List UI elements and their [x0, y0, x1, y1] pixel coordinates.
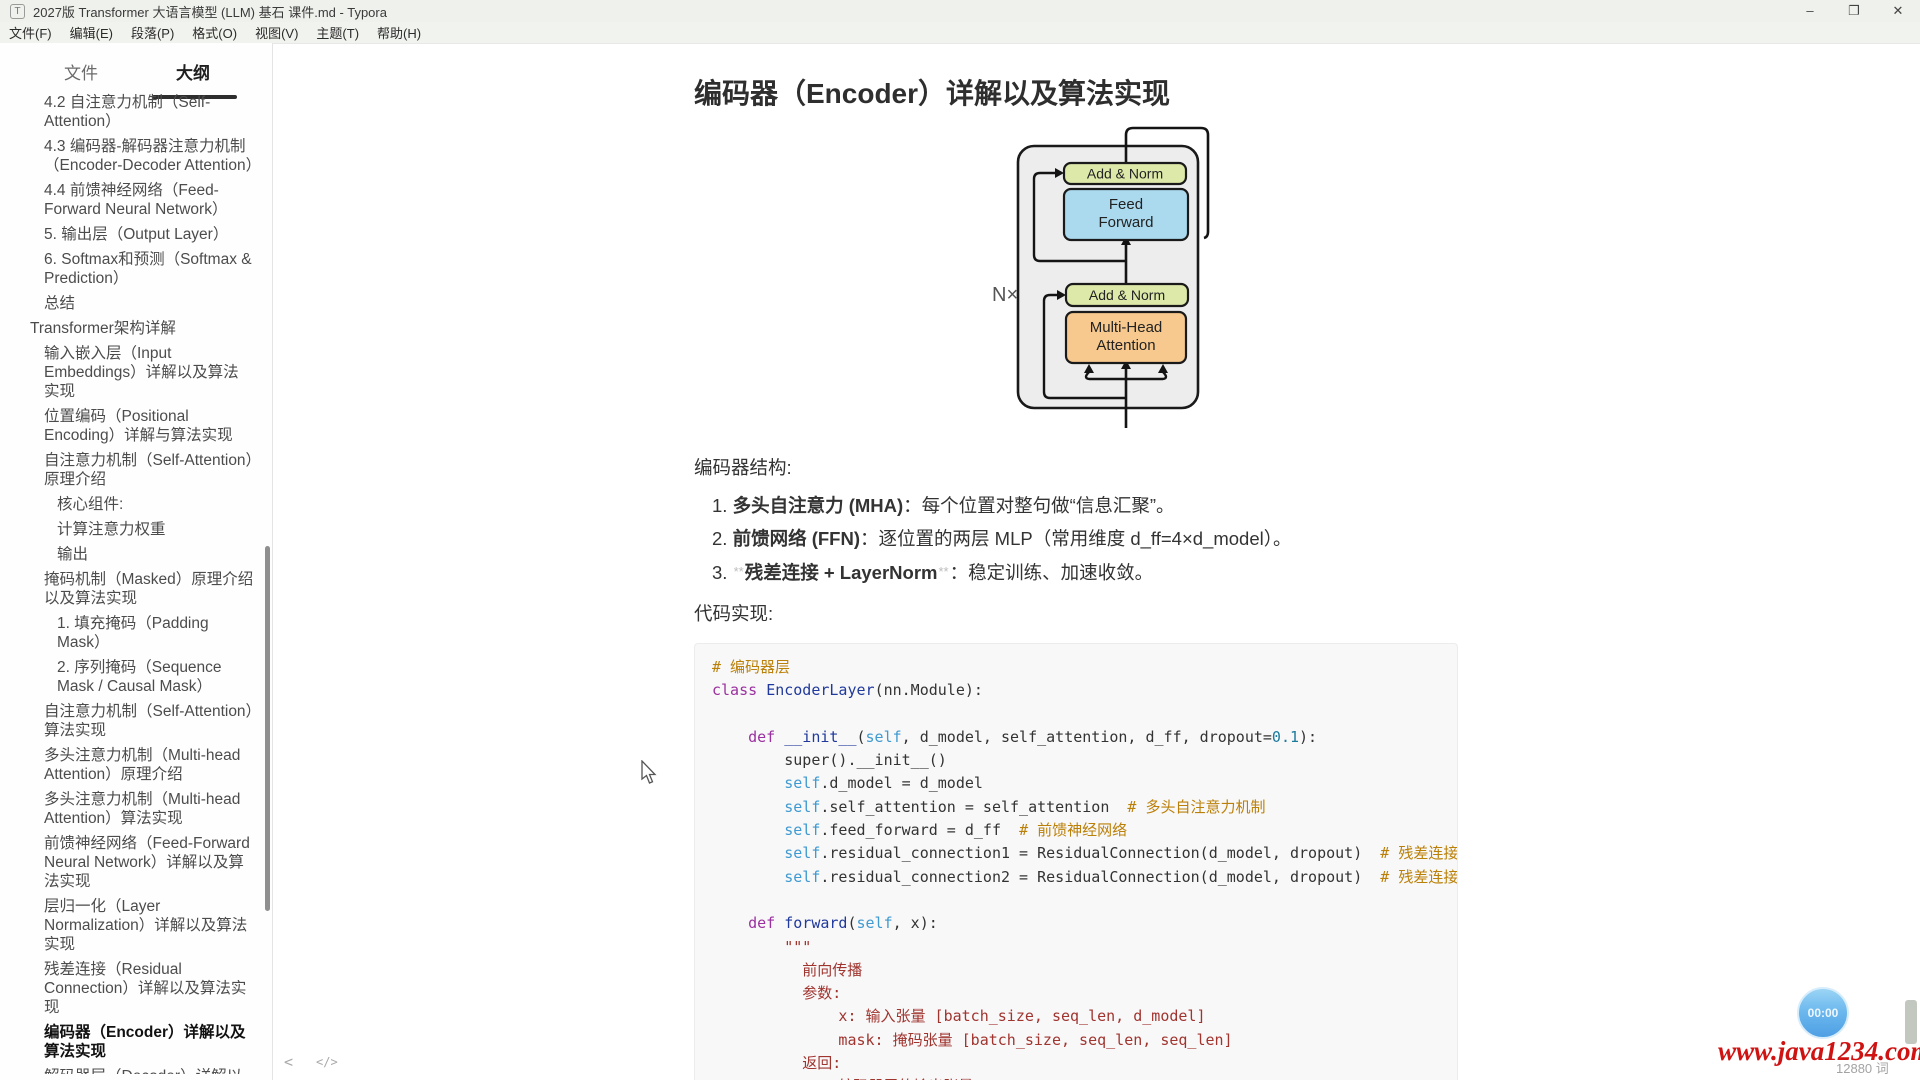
restore-button[interactable]: ❐ — [1832, 0, 1876, 22]
outline-item[interactable]: 2. 序列掩码（Sequence Mask / Causal Mask） — [0, 658, 254, 696]
outline-item[interactable]: 5. 输出层（Output Layer） — [0, 225, 254, 244]
code-line — [712, 889, 1440, 912]
sidebar-tabs: 文件 大纲 — [0, 55, 272, 91]
outline-item[interactable]: Transformer架构详解 — [0, 319, 254, 338]
close-button[interactable]: ✕ — [1876, 0, 1920, 22]
code-line: self.residual_connection1 = ResidualConn… — [712, 842, 1440, 865]
code-line: 前向传播 — [712, 959, 1440, 982]
outline-item[interactable]: 4.4 前馈神经网络（Feed-Forward Neural Network） — [0, 181, 254, 219]
feed-forward-box: Feed Forward — [1064, 189, 1188, 240]
outline-item[interactable]: 位置编码（Positional Encoding）详解与算法实现 — [0, 407, 254, 445]
outline-item[interactable]: 4.3 编码器-解码器注意力机制（Encoder-Decoder Attenti… — [0, 137, 254, 175]
outline-item[interactable]: 核心组件: — [0, 495, 254, 514]
code-line: self.d_model = d_model — [712, 772, 1440, 795]
code-block: # 编码器层class EncoderLayer(nn.Module): def… — [694, 643, 1458, 1080]
code-line: 参数: — [712, 982, 1440, 1005]
list-item: 2. 前馈网络 (FFN)：逐位置的两层 MLP（常用维度 d_ff=4×d_m… — [694, 522, 1494, 555]
code-line: x: 输入张量 [batch_size, seq_len, d_model] — [712, 1005, 1440, 1028]
outline-item[interactable]: 6. Softmax和预测（Softmax & Prediction） — [0, 250, 254, 288]
collapse-sidebar-icon[interactable]: < — [284, 1053, 293, 1071]
outline-item[interactable]: 残差连接（Residual Connection）详解以及算法实现 — [0, 960, 254, 1017]
outline-item[interactable]: 编码器（Encoder）详解以及算法实现 — [0, 1023, 254, 1061]
encoder-structure-label: 编码器结构: — [694, 455, 1494, 481]
watermark-text: www.java1234.com — [1718, 1036, 1920, 1067]
outline-item[interactable]: 自注意力机制（Self-Attention）算法实现 — [0, 702, 254, 740]
encoder-diagram: Add & Norm Feed Forward Add & Norm Multi… — [956, 116, 1258, 438]
code-line: class EncoderLayer(nn.Module): — [712, 679, 1440, 702]
outline-item[interactable]: 输出 — [0, 545, 254, 564]
window-title: 2027版 Transformer 大语言模型 (LLM) 基石 课件.md -… — [33, 2, 387, 21]
menu-item[interactable]: 文件(F) — [0, 23, 61, 42]
outline-item[interactable]: 掩码机制（Masked）原理介绍以及算法实现 — [0, 570, 254, 608]
outline-item[interactable]: 前馈神经网络（Feed-Forward Neural Network）详解以及算… — [0, 834, 254, 891]
minimize-button[interactable]: – — [1788, 0, 1832, 22]
code-line: self.residual_connection2 = ResidualConn… — [712, 866, 1440, 889]
outline-item[interactable]: 1. 填充掩码（Padding Mask） — [0, 614, 254, 652]
body-list: 1. 多头自注意力 (MHA)：每个位置对整句做“信息汇聚”。2. 前馈网络 (… — [694, 489, 1494, 589]
code-line: self.self_attention = self_attention # 多… — [712, 796, 1440, 819]
code-implementation-label: 代码实现: — [694, 601, 1494, 627]
code-line: def __init__(self, d_model, self_attenti… — [712, 726, 1440, 749]
outline-item[interactable]: 自注意力机制（Self-Attention）原理介绍 — [0, 451, 254, 489]
n-times-label: N× — [992, 284, 1018, 306]
sidebar-scrollbar[interactable] — [265, 546, 270, 911]
code-line: self.feed_forward = d_ff # 前馈神经网络 — [712, 819, 1440, 842]
menu-item[interactable]: 格式(O) — [183, 23, 246, 42]
outline-item[interactable]: 总结 — [0, 294, 254, 313]
svg-text:Feed: Feed — [1109, 196, 1143, 213]
code-line: 编码器层的输出张量 — [712, 1075, 1440, 1080]
menu-item[interactable]: 编辑(E) — [61, 23, 122, 42]
outline-item[interactable]: 多头注意力机制（Multi-head Attention）算法实现 — [0, 790, 254, 828]
menu-item[interactable]: 帮助(H) — [368, 23, 430, 42]
outline-list: 4.2 自注意力机制（Self-Attention） 4.3 编码器-解码器注意力… — [0, 93, 260, 1074]
window-controls: – ❐ ✕ — [1788, 0, 1920, 22]
menu-item[interactable]: 段落(P) — [122, 23, 183, 42]
menu-item[interactable]: 视图(V) — [246, 23, 307, 42]
timer-widget[interactable]: 00:00 — [1797, 987, 1849, 1039]
svg-text:Add & Norm: Add & Norm — [1087, 166, 1163, 182]
typora-window: T 2027版 Transformer 大语言模型 (LLM) 基石 课件.md… — [0, 0, 1920, 1080]
tab-outline[interactable]: 大纲 — [176, 59, 210, 84]
add-norm-top-box: Add & Norm — [1064, 163, 1186, 184]
code-line: def forward(self, x): — [712, 912, 1440, 935]
outline-item[interactable]: 计算注意力权重 — [0, 520, 254, 539]
multi-head-attention-box: Multi-Head Attention — [1066, 312, 1186, 363]
sidebar-divider — [272, 43, 273, 1080]
add-norm-middle-box: Add & Norm — [1066, 284, 1188, 306]
svg-text:Forward: Forward — [1098, 214, 1153, 231]
mouse-cursor-icon — [640, 760, 660, 786]
list-item: 3. **残差连接 + LayerNorm**：稳定训练、加速收敛。 — [694, 555, 1494, 589]
menubar: 文件(F)编辑(E)段落(P)格式(O)视图(V)主题(T)帮助(H) — [0, 22, 1920, 44]
tab-files[interactable]: 文件 — [64, 59, 98, 84]
svg-text:Attention: Attention — [1096, 337, 1155, 354]
outline-item[interactable]: 层归一化（Layer Normalization）详解以及算法实现 — [0, 897, 254, 954]
menu-item[interactable]: 主题(T) — [307, 23, 368, 42]
outline-item[interactable]: 多头注意力机制（Multi-head Attention）原理介绍 — [0, 746, 254, 784]
outline-item[interactable]: 4.2 自注意力机制（Self-Attention） — [0, 93, 254, 131]
svg-text:Add & Norm: Add & Norm — [1089, 287, 1165, 303]
page-title: 编码器（Encoder）详解以及算法实现 — [694, 76, 1494, 112]
source-code-mode-icon[interactable]: </> — [316, 1055, 338, 1069]
sidebar: 文件 大纲 4.2 自注意力机制（Self-Attention） 4.3 编码器-… — [0, 43, 272, 1080]
main-scrollbar-thumb[interactable] — [1905, 1000, 1917, 1044]
code-line: mask: 掩码张量 [batch_size, seq_len, seq_len… — [712, 1029, 1440, 1052]
list-item: 1. 多头自注意力 (MHA)：每个位置对整句做“信息汇聚”。 — [694, 489, 1494, 522]
titlebar: T 2027版 Transformer 大语言模型 (LLM) 基石 课件.md… — [0, 0, 1920, 22]
document-area: 编码器（Encoder）详解以及算法实现 Add — [694, 43, 1494, 1080]
code-line: # 编码器层 — [712, 656, 1440, 679]
code-line: super().__init__() — [712, 749, 1440, 772]
word-count: 12880 词 — [1836, 1058, 1889, 1077]
outline-item[interactable]: 解码器层（Decoder）详解以及算法实现 — [0, 1067, 254, 1074]
svg-text:Multi-Head: Multi-Head — [1090, 319, 1163, 336]
outline-item[interactable]: 输入嵌入层（Input Embeddings）详解以及算法实现 — [0, 344, 254, 401]
code-line: 返回: — [712, 1052, 1440, 1075]
code-line — [712, 703, 1440, 726]
typora-logo-icon: T — [10, 4, 25, 19]
code-line: """ — [712, 936, 1440, 959]
